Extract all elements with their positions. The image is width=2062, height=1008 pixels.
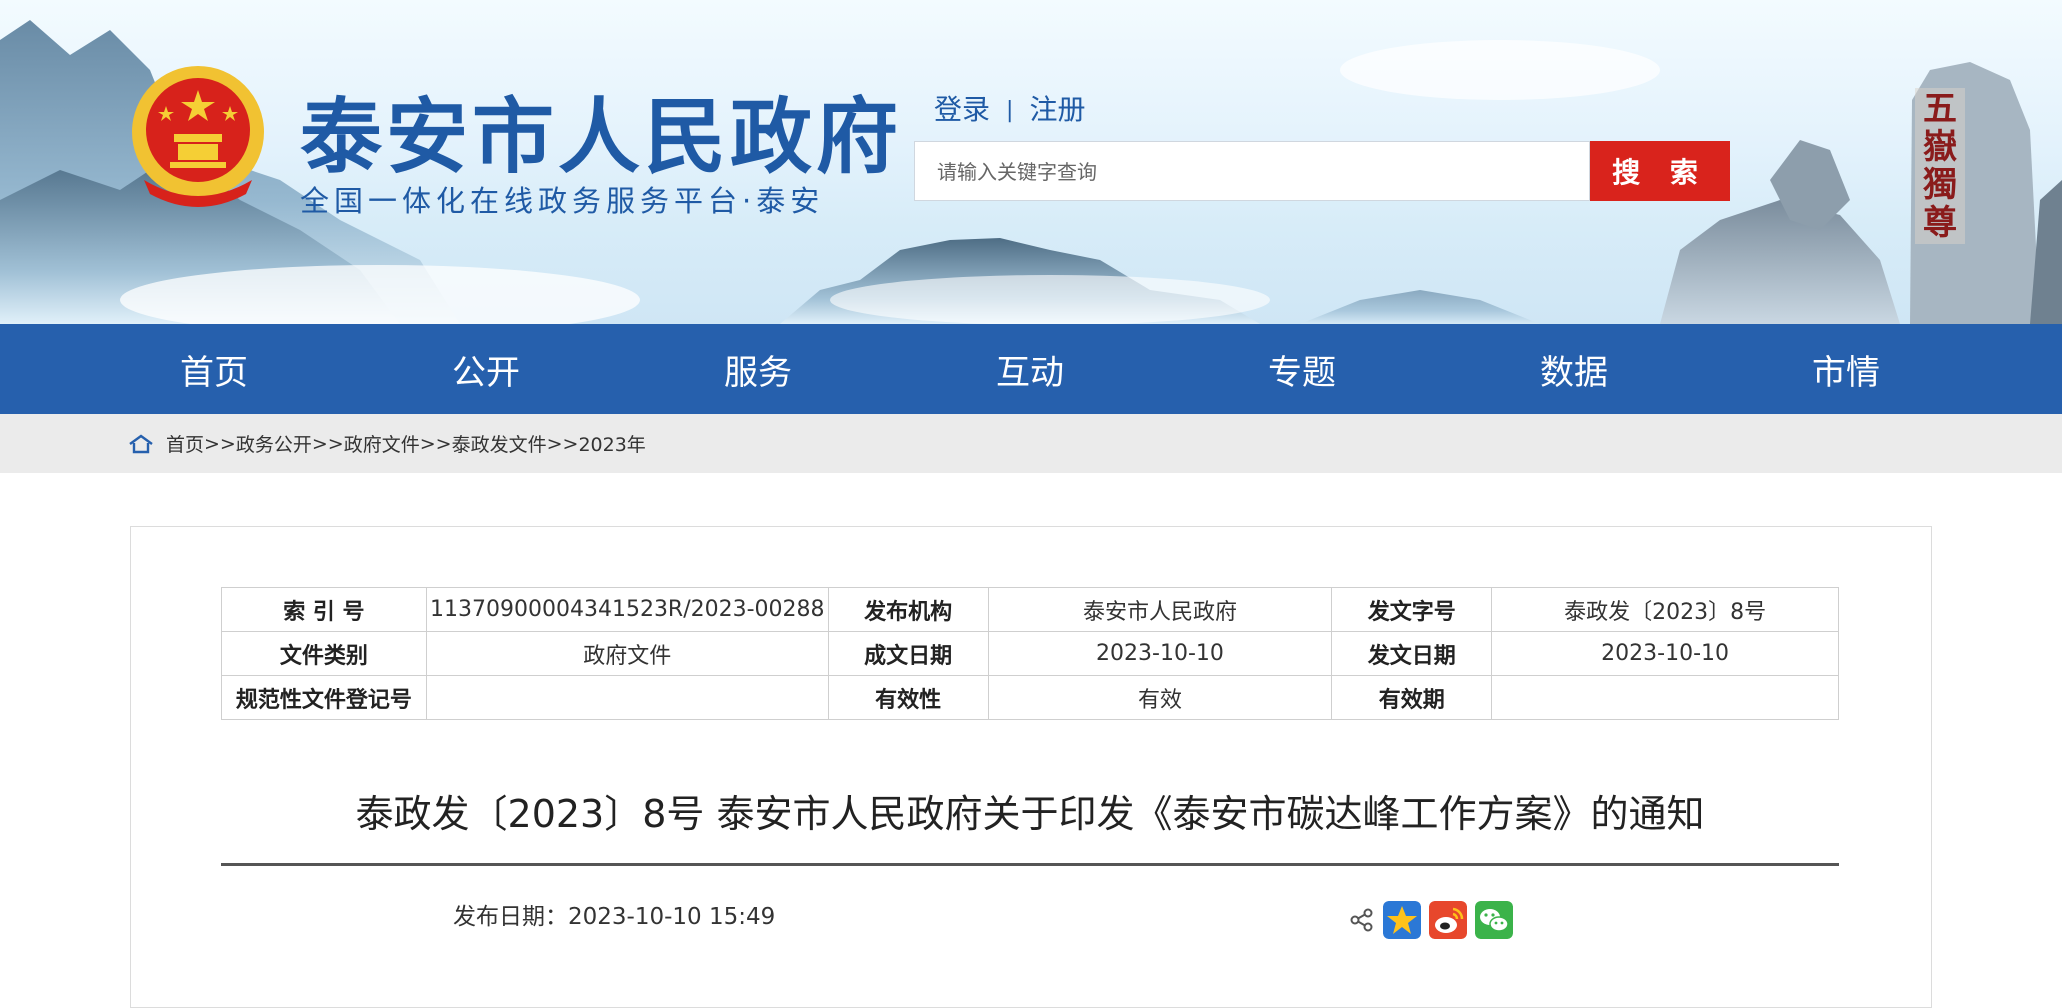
share-bar xyxy=(1349,901,1513,939)
doc-no-value: 泰政发〔2023〕8号 xyxy=(1491,587,1839,632)
publisher-label: 发布机构 xyxy=(827,587,989,632)
nav-item-interaction[interactable]: 互动 xyxy=(894,345,1166,394)
reg-no-value xyxy=(425,675,829,720)
breadcrumb: 首页 >> 政务公开 >> 政府文件 >> 泰政发文件 >> 2023年 xyxy=(0,414,2062,473)
table-row: 文件类别 政府文件 成文日期 2023-10-10 发文日期 2023-10-1… xyxy=(221,631,1839,676)
index-no-value: 11370900004341523R/2023-00288 xyxy=(425,587,829,632)
validity-label: 有效性 xyxy=(827,675,989,720)
breadcrumb-separator: >> xyxy=(419,432,452,455)
category-label: 文件类别 xyxy=(221,631,427,676)
nav-item-service[interactable]: 服务 xyxy=(622,345,894,394)
reg-no-label: 规范性文件登记号 xyxy=(221,675,427,720)
nav-item-home[interactable]: 首页 xyxy=(78,345,350,394)
category-value: 政府文件 xyxy=(425,631,829,676)
svg-text:尊: 尊 xyxy=(1923,203,1957,243)
search-input[interactable] xyxy=(915,142,1579,202)
wechat-icon[interactable] xyxy=(1475,901,1513,939)
breadcrumb-gov-affairs[interactable]: 政务公开 xyxy=(236,430,312,457)
svg-text:嶽: 嶽 xyxy=(1923,127,1957,167)
login-link[interactable]: 登录 xyxy=(934,93,990,126)
doc-no-label: 发文字号 xyxy=(1331,587,1493,632)
site-subtitle: 全国一体化在线政务服务平台·泰安 xyxy=(300,184,825,218)
breadcrumb-separator: >> xyxy=(546,432,579,455)
nav-item-public[interactable]: 公开 xyxy=(350,345,622,394)
site-title: 泰安市人民政府 xyxy=(300,90,903,185)
auth-links: 登录 | 注册 xyxy=(934,88,1085,128)
publish-date: 发布日期：2023-10-10 15:49 xyxy=(453,904,776,930)
table-row: 规范性文件登记号 有效性 有效 有效期 xyxy=(221,675,1839,720)
written-date-value: 2023-10-10 xyxy=(987,631,1333,676)
issue-date-value: 2023-10-10 xyxy=(1491,631,1839,676)
valid-period-value xyxy=(1491,675,1839,720)
breadcrumb-year[interactable]: 2023年 xyxy=(578,430,645,457)
search-button[interactable]: 搜 索 xyxy=(1590,141,1730,201)
document-panel: 索 引 号 11370900004341523R/2023-00288 发布机构… xyxy=(130,526,1932,1008)
breadcrumb-home[interactable]: 首页 xyxy=(166,430,204,457)
favorite-star-icon[interactable] xyxy=(1383,901,1421,939)
validity-value: 有效 xyxy=(987,675,1333,720)
title-divider xyxy=(221,863,1839,866)
issue-date-label: 发文日期 xyxy=(1331,631,1493,676)
national-emblem-logo xyxy=(132,66,264,207)
auth-separator: | xyxy=(1006,98,1014,123)
svg-text:獨: 獨 xyxy=(1923,165,1957,205)
svg-text:五: 五 xyxy=(1923,89,1957,129)
nav-item-city-info[interactable]: 市情 xyxy=(1710,345,1982,394)
index-no-label: 索 引 号 xyxy=(221,587,427,632)
table-row: 索 引 号 11370900004341523R/2023-00288 发布机构… xyxy=(221,587,1839,632)
breadcrumb-taizhengfa[interactable]: 泰政发文件 xyxy=(452,430,547,457)
breadcrumb-separator: >> xyxy=(311,432,344,455)
share-icon[interactable] xyxy=(1349,907,1375,933)
valid-period-label: 有效期 xyxy=(1331,675,1493,720)
search-box xyxy=(914,141,1590,202)
site-header: 五 嶽 獨 尊 泰安市人民政府 全国一体化在线政务服务平台·泰安 登录 | 注册 搜… xyxy=(0,0,2062,324)
weibo-icon[interactable] xyxy=(1429,901,1467,939)
nav-item-data[interactable]: 数据 xyxy=(1438,345,1710,394)
breadcrumb-separator: >> xyxy=(204,432,236,455)
publisher-value: 泰安市人民政府 xyxy=(987,587,1333,632)
breadcrumb-gov-documents[interactable]: 政府文件 xyxy=(344,430,420,457)
home-icon xyxy=(129,434,153,453)
main-nav: 首页 公开 服务 互动 专题 数据 市情 xyxy=(0,324,2062,414)
register-link[interactable]: 注册 xyxy=(1029,93,1085,126)
nav-item-topics[interactable]: 专题 xyxy=(1166,345,1438,394)
written-date-label: 成文日期 xyxy=(827,631,989,676)
document-title: 泰政发〔2023〕8号 泰安市人民政府关于印发《泰安市碳达峰工作方案》的通知 xyxy=(355,792,1705,836)
document-meta-table: 索 引 号 11370900004341523R/2023-00288 发布机构… xyxy=(221,587,1839,720)
